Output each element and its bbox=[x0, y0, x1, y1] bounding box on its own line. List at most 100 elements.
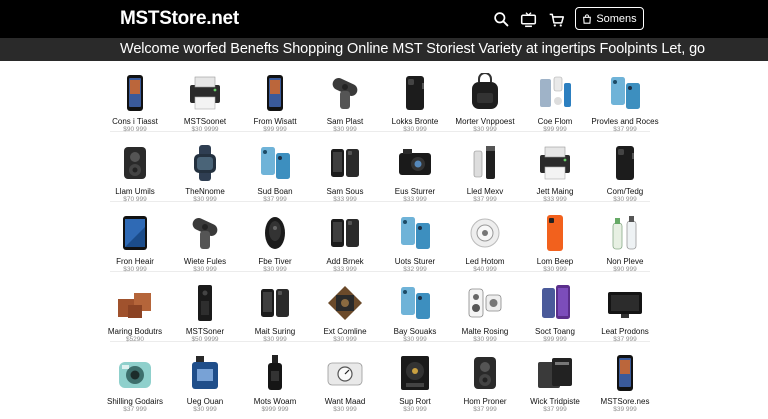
product-card[interactable]: Mait Suring $30 999 bbox=[240, 276, 310, 346]
product-card[interactable]: Llam Umils $70 999 bbox=[100, 136, 170, 206]
scale-icon[interactable] bbox=[324, 353, 366, 393]
monitor-icon[interactable] bbox=[604, 283, 646, 323]
product-name[interactable]: MSTSore.nes bbox=[601, 397, 650, 406]
phone-set-icon[interactable] bbox=[394, 213, 436, 253]
product-name[interactable]: Lom Beep bbox=[537, 257, 573, 266]
product-card[interactable]: Add Brnek $33 999 bbox=[310, 206, 380, 276]
product-name[interactable]: Provles and Roces bbox=[591, 117, 658, 126]
dual-phones-icon[interactable] bbox=[324, 213, 366, 253]
cart-icon[interactable] bbox=[547, 10, 565, 28]
product-card[interactable]: Led Hotom $40 999 bbox=[450, 206, 520, 276]
product-card[interactable]: Lom Beep $30 999 bbox=[520, 206, 590, 276]
product-name[interactable]: From Wisatt bbox=[253, 117, 296, 126]
smartwatch-icon[interactable] bbox=[184, 143, 226, 183]
product-name[interactable]: Cons i Tiasst bbox=[112, 117, 158, 126]
product-name[interactable]: Jett Maing bbox=[537, 187, 574, 196]
product-name[interactable]: MSTSoner bbox=[186, 327, 224, 336]
fan-icon[interactable] bbox=[464, 213, 506, 253]
perfume-icon[interactable] bbox=[184, 353, 226, 393]
speaker-set-icon[interactable] bbox=[464, 283, 506, 323]
purple-phone-icon[interactable] bbox=[534, 283, 576, 323]
product-name[interactable]: Non Pleve bbox=[607, 257, 644, 266]
camera-phone-icon[interactable] bbox=[394, 143, 436, 183]
product-card[interactable]: Malte Rosing $30 999 bbox=[450, 276, 520, 346]
product-card[interactable]: Soct Toang $99 999 bbox=[520, 276, 590, 346]
product-name[interactable]: Fbe Tiver bbox=[258, 257, 291, 266]
dual-phones-icon[interactable] bbox=[254, 283, 296, 323]
product-name[interactable]: Mait Suring bbox=[255, 327, 295, 336]
product-name[interactable]: Sup Rort bbox=[399, 397, 431, 406]
tablet-icon[interactable] bbox=[114, 213, 156, 253]
product-name[interactable]: Mots Woam bbox=[254, 397, 297, 406]
product-name[interactable]: Sud Boan bbox=[257, 187, 292, 196]
tv-icon[interactable] bbox=[519, 10, 537, 28]
product-name[interactable]: Want Maad bbox=[325, 397, 366, 406]
product-card[interactable]: MSTSoner $50 9999 bbox=[170, 276, 240, 346]
search-icon[interactable] bbox=[492, 10, 510, 28]
product-name[interactable]: Shilling Godairs bbox=[107, 397, 163, 406]
product-name[interactable]: Bay Souaks bbox=[394, 327, 437, 336]
product-name[interactable]: Hom Proner bbox=[463, 397, 506, 406]
product-name[interactable]: Leat Prodons bbox=[601, 327, 649, 336]
wallet-icon[interactable] bbox=[534, 353, 576, 393]
product-card[interactable]: Cons i Tiasst $90 999 bbox=[100, 66, 170, 136]
product-name[interactable]: Eus Sturrer bbox=[395, 187, 435, 196]
site-logo[interactable]: MSTStore.net bbox=[120, 8, 239, 30]
product-name[interactable]: Morter Vnppoest bbox=[455, 117, 514, 126]
phone-case-icon[interactable] bbox=[604, 143, 646, 183]
product-card[interactable]: Uots Sturer $32 999 bbox=[380, 206, 450, 276]
earbud-icon[interactable] bbox=[254, 213, 296, 253]
tumbler-icon[interactable] bbox=[464, 143, 506, 183]
product-card[interactable]: Mots Woam $999 999 bbox=[240, 346, 310, 416]
phone-mount-icon[interactable] bbox=[324, 73, 366, 113]
product-card[interactable]: Wiete Fules $30 999 bbox=[170, 206, 240, 276]
product-card[interactable]: Want Maad $30 999 bbox=[310, 346, 380, 416]
sign-in-button[interactable]: Somens bbox=[575, 7, 644, 30]
product-card[interactable]: Provles and Roces $37 999 bbox=[590, 66, 660, 136]
product-card[interactable]: Ueg Ouan $30 999 bbox=[170, 346, 240, 416]
product-name[interactable]: Sam Sous bbox=[327, 187, 364, 196]
product-name[interactable]: Uots Sturer bbox=[395, 257, 435, 266]
product-card[interactable]: Hom Proner $37 999 bbox=[450, 346, 520, 416]
phone-set-icon[interactable] bbox=[604, 73, 646, 113]
product-card[interactable]: Lled Mexv $37 999 bbox=[450, 136, 520, 206]
backpack-icon[interactable] bbox=[464, 73, 506, 113]
product-name[interactable]: MSTSoonet bbox=[184, 117, 226, 126]
speaker-icon[interactable] bbox=[464, 353, 506, 393]
product-name[interactable]: Com/Tedg bbox=[607, 187, 643, 196]
smartphone-icon[interactable] bbox=[604, 353, 646, 393]
product-name[interactable]: TheNnome bbox=[185, 187, 225, 196]
record-player-icon[interactable] bbox=[394, 353, 436, 393]
product-name[interactable]: Llam Umils bbox=[115, 187, 155, 196]
product-name[interactable]: Wiete Fules bbox=[184, 257, 226, 266]
product-name[interactable]: Add Brnek bbox=[326, 257, 363, 266]
tower-speaker-icon[interactable] bbox=[184, 283, 226, 323]
phone-set-icon[interactable] bbox=[394, 283, 436, 323]
bottles-icon[interactable] bbox=[604, 213, 646, 253]
product-card[interactable]: Leat Prodons $37 999 bbox=[590, 276, 660, 346]
product-card[interactable]: Jett Maing $33 999 bbox=[520, 136, 590, 206]
product-card[interactable]: Eus Sturrer $33 999 bbox=[380, 136, 450, 206]
product-card[interactable]: MSTSoonet $30 9999 bbox=[170, 66, 240, 136]
product-card[interactable]: Wick Tridpiste $37 999 bbox=[520, 346, 590, 416]
dual-phones-icon[interactable] bbox=[324, 143, 366, 183]
phone-mount-icon[interactable] bbox=[184, 213, 226, 253]
product-name[interactable]: Sam Plast bbox=[327, 117, 363, 126]
product-card[interactable]: Non Pleve $90 999 bbox=[590, 206, 660, 276]
bronze-device-icon[interactable] bbox=[324, 283, 366, 323]
product-card[interactable]: Shilling Godairs $37 999 bbox=[100, 346, 170, 416]
product-card[interactable]: Coe Flom $99 999 bbox=[520, 66, 590, 136]
phone-set-icon[interactable] bbox=[254, 143, 296, 183]
product-card[interactable]: Maring Bodutrs $5290 bbox=[100, 276, 170, 346]
product-card[interactable]: Lokks Bronte $30 999 bbox=[380, 66, 450, 136]
product-name[interactable]: Soct Toang bbox=[535, 327, 575, 336]
product-name[interactable]: Ueg Ouan bbox=[187, 397, 223, 406]
product-card[interactable]: Sam Sous $33 999 bbox=[310, 136, 380, 206]
product-card[interactable]: TheNnome $30 999 bbox=[170, 136, 240, 206]
product-name[interactable]: Maring Bodutrs bbox=[108, 327, 162, 336]
speaker-icon[interactable] bbox=[114, 143, 156, 183]
smartphone-icon[interactable] bbox=[114, 73, 156, 113]
product-name[interactable]: Lokks Bronte bbox=[392, 117, 439, 126]
product-card[interactable]: Sud Boan $37 999 bbox=[240, 136, 310, 206]
phone-case-icon[interactable] bbox=[394, 73, 436, 113]
